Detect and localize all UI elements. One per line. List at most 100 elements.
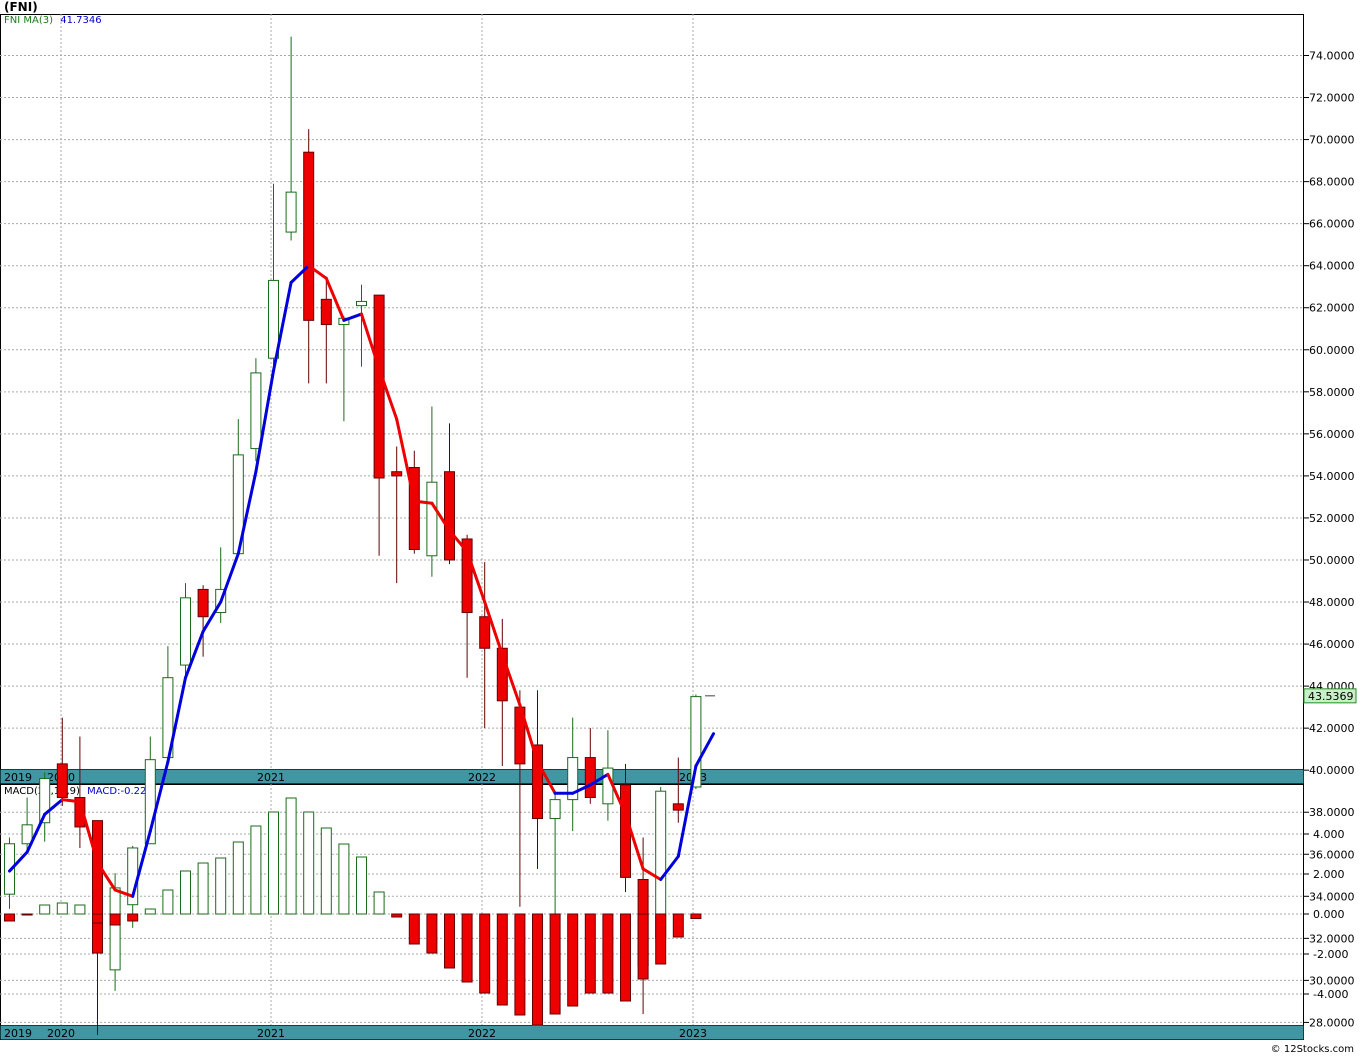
macd-tick-label: 2.000 xyxy=(1313,868,1345,881)
macd-panel-frame xyxy=(0,784,1304,1026)
price-tick-label: 74.0000 xyxy=(1309,50,1355,63)
ma-line-segment xyxy=(342,312,363,322)
price-tick-label: 38.0000 xyxy=(1309,806,1355,819)
price-tick-label: 28.0000 xyxy=(1309,1016,1355,1029)
ma-line-segment xyxy=(219,552,240,604)
macd-bar-negative xyxy=(408,913,420,945)
x-axis-label: 2020 xyxy=(47,1027,75,1040)
macd-bar-positive xyxy=(180,870,191,915)
candle-down xyxy=(197,588,209,618)
macd-bar-negative xyxy=(690,913,702,920)
macd-bar-positive xyxy=(197,862,209,915)
candle-up xyxy=(356,300,367,307)
macd-bar-positive xyxy=(162,889,174,915)
macd-bar-positive xyxy=(320,827,332,915)
macd-bar-positive xyxy=(356,856,367,915)
price-tick-label: 42.0000 xyxy=(1309,722,1355,735)
candle-down xyxy=(56,763,68,799)
price-tick-label: 62.0000 xyxy=(1309,302,1355,315)
macd-bar-negative xyxy=(637,913,649,980)
candle-up xyxy=(180,597,191,666)
candle-down xyxy=(672,803,684,811)
candle-down xyxy=(373,294,385,479)
macd-bar-negative xyxy=(567,913,579,1007)
macd-bar-negative xyxy=(479,913,491,994)
price-tick-label: 60.0000 xyxy=(1309,344,1355,357)
x-axis-label: 2022 xyxy=(468,1027,496,1040)
x-axis-label: 2023 xyxy=(679,1027,707,1040)
candle-down xyxy=(620,784,631,878)
price-tick-label: 56.0000 xyxy=(1309,428,1355,441)
macd-bar-negative xyxy=(444,913,455,969)
price-tick-label: 64.0000 xyxy=(1309,260,1355,273)
macd-bar-positive xyxy=(144,908,156,915)
price-tick-label: 70.0000 xyxy=(1309,134,1355,147)
candle-up xyxy=(250,372,262,450)
macd-bar-negative xyxy=(391,913,403,918)
x-axis-label: 2021 xyxy=(257,771,285,784)
macd-bar-negative xyxy=(496,913,508,1006)
price-tick-label: 68.0000 xyxy=(1309,176,1355,189)
candle-up xyxy=(21,824,33,845)
x-axis-label: 2019 xyxy=(4,1027,32,1040)
price-tick-label: 48.0000 xyxy=(1309,596,1355,609)
candle-down xyxy=(303,151,315,321)
macd-bar-negative xyxy=(461,913,473,983)
macd-bar-positive xyxy=(250,825,262,915)
ma-line-segment xyxy=(60,798,82,804)
x-axis-label: 2019 xyxy=(4,771,32,784)
price-x-axis-band-fill xyxy=(0,769,1304,784)
candle-up xyxy=(285,191,297,233)
macd-bar-negative xyxy=(109,913,121,926)
macd-bar-negative xyxy=(602,913,614,994)
macd-tick-label: 0.000 xyxy=(1313,908,1345,921)
macd-bar-positive xyxy=(303,811,315,915)
candle-up xyxy=(426,481,438,557)
candle-up xyxy=(109,887,121,971)
macd-bar-positive xyxy=(56,902,68,915)
candle-down xyxy=(479,616,491,649)
macd-bar-negative xyxy=(514,913,526,1016)
candle-down xyxy=(391,471,403,477)
price-tick-label: 66.0000 xyxy=(1309,218,1355,231)
macd-bars-group xyxy=(4,797,702,1026)
macd-bar-negative xyxy=(532,913,543,1026)
macd-bar-negative xyxy=(127,913,139,922)
x-axis-label: 2022 xyxy=(468,771,496,784)
macd-tick-label: 4.000 xyxy=(1313,828,1345,841)
x-axis-label: 2021 xyxy=(257,1027,285,1040)
price-tick-label: 58.0000 xyxy=(1309,386,1355,399)
macd-x-axis-band-fill xyxy=(0,1025,1304,1040)
candle-down xyxy=(532,744,543,820)
candle-up xyxy=(549,799,561,820)
last-price-label: 43.5369 xyxy=(1308,690,1354,703)
stock-chart-svg: 28.0000 30.0000 32.0000 34.0000 36.0000 38.00… xyxy=(0,14,1357,1040)
candle-down xyxy=(320,298,332,326)
price-tick-label: 34.0000 xyxy=(1309,890,1355,903)
macd-tick-label: -4.000 xyxy=(1313,988,1348,1001)
macd-bar-negative xyxy=(584,913,596,994)
price-tick-label: 50.0000 xyxy=(1309,554,1355,567)
price-tick-label: 54.0000 xyxy=(1309,470,1355,483)
macd-bar-negative xyxy=(4,913,15,922)
candles-group xyxy=(4,36,702,1036)
macd-bar-negative xyxy=(620,913,631,1002)
price-tick-label: 36.0000 xyxy=(1309,848,1355,861)
price-tick-label: 30.0000 xyxy=(1309,974,1355,987)
price-tick-label: 46.0000 xyxy=(1309,638,1355,651)
price-tick-label: 52.0000 xyxy=(1309,512,1355,525)
candle-down xyxy=(584,757,596,799)
price-tick-label: 72.0000 xyxy=(1309,92,1355,105)
ma-line-segment xyxy=(412,499,434,505)
macd-bar-positive xyxy=(285,797,297,915)
macd-bar-negative xyxy=(426,913,438,954)
macd-bar-positive xyxy=(39,904,51,915)
macd-bar-positive xyxy=(74,904,86,915)
macd-bar-positive xyxy=(338,843,350,915)
macd-tick-label: -2.000 xyxy=(1313,948,1348,961)
macd-bar-negative xyxy=(21,913,33,916)
macd-bar-negative xyxy=(655,913,667,965)
ma-line-segment xyxy=(395,417,416,503)
macd-bar-negative xyxy=(92,913,103,924)
candle-down xyxy=(92,820,103,954)
